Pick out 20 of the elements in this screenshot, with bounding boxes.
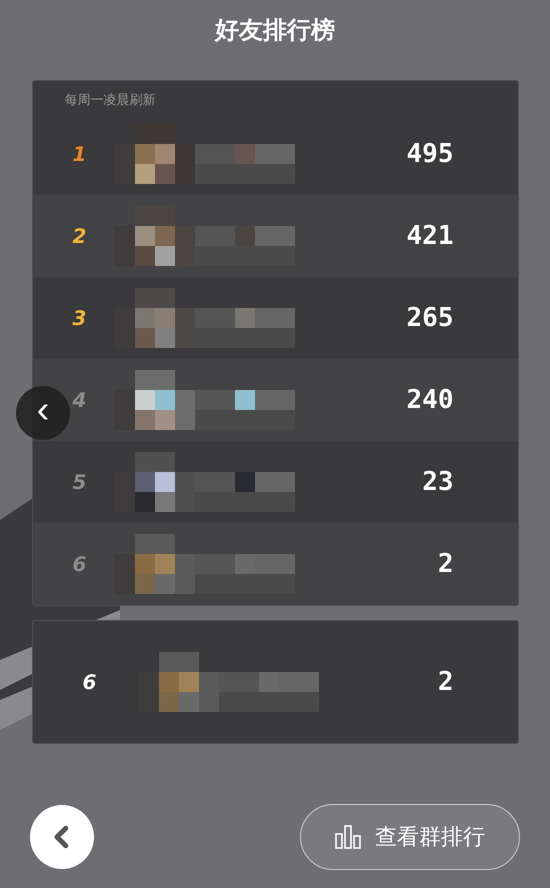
- rank-number: 1: [72, 142, 88, 166]
- score: 265: [406, 303, 454, 333]
- bar-chart-icon: [335, 825, 361, 849]
- rank-number: 4: [72, 388, 88, 412]
- score: 2: [438, 549, 454, 579]
- group-ranking-button[interactable]: 查看群排行: [300, 804, 520, 870]
- rank-number: 2: [72, 224, 88, 248]
- side-back-button[interactable]: ‹: [16, 386, 70, 440]
- refresh-note: 每周一凌晨刷新: [64, 92, 156, 110]
- score: 421: [406, 221, 454, 251]
- rank-number: 6: [82, 670, 98, 694]
- rank-number: 6: [72, 552, 88, 576]
- rank-number: 3: [72, 306, 88, 330]
- page-title: 好友排行榜: [215, 15, 335, 46]
- score: 23: [422, 467, 454, 497]
- score: 495: [406, 139, 454, 169]
- rank-number: 5: [72, 470, 88, 494]
- score: 240: [406, 385, 454, 415]
- score: 2: [438, 667, 454, 697]
- button-label: 查看群排行: [375, 824, 485, 852]
